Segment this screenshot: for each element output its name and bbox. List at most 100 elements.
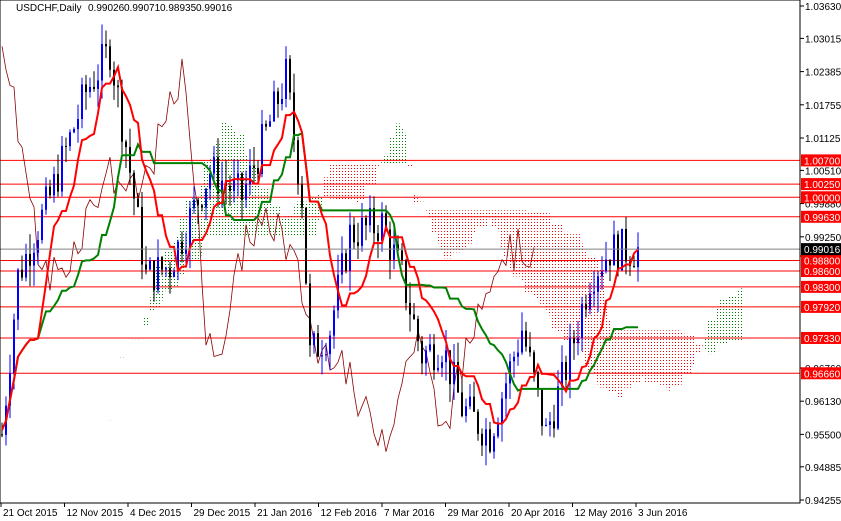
level-label: 0.98300: [804, 283, 841, 294]
cloud-segment: [200, 184, 204, 256]
cloud-segment: [352, 163, 356, 201]
candle-body: [581, 304, 583, 338]
candle-body: [37, 240, 39, 253]
candle-body: [481, 433, 483, 446]
cloud-segment: [400, 127, 404, 164]
y-tick-label: 1.03630: [805, 2, 841, 13]
candle-body: [141, 206, 143, 265]
candle-body: [313, 333, 315, 346]
candle-body: [617, 234, 619, 271]
y-tick-label: 1.01125: [805, 134, 841, 145]
candle-body: [601, 271, 603, 277]
current-price-label: 0.99016: [804, 245, 841, 256]
cloud-segment: [360, 163, 364, 201]
candle-body: [521, 330, 523, 353]
candle-body: [437, 367, 439, 371]
candle-body: [281, 98, 283, 104]
cloud-segment: [540, 213, 544, 304]
candle-body: [289, 58, 291, 93]
cloud-segment: [544, 213, 548, 310]
chart-title: USDCHF,Daily: [16, 3, 82, 14]
cloud-segment: [396, 123, 400, 164]
candle-body: [181, 241, 183, 254]
cloud-segment: [388, 136, 392, 164]
cloud-segment: [288, 214, 292, 236]
cloud-segment: [124, 350, 128, 351]
level-label: 1.00250: [804, 180, 841, 191]
cloud-segment: [148, 297, 152, 312]
y-tick-label: 0.95500: [805, 430, 841, 441]
candle-body: [553, 421, 555, 429]
cloud-segment: [112, 400, 116, 401]
candle-body: [409, 302, 411, 315]
candle-body: [573, 338, 575, 344]
candle-body: [161, 257, 163, 270]
cloud-segment: [404, 132, 408, 164]
chart-window: USDCHF,Daily 0.99026 0.99071 0.98935 0.9…: [0, 0, 841, 521]
candle-body: [469, 396, 471, 407]
cloud-segment: [376, 163, 380, 166]
x-tick-label: 12 Feb 2016: [321, 508, 378, 519]
cloud-segment: [268, 199, 272, 236]
candle-body: [213, 157, 215, 174]
cloud-segment: [664, 330, 668, 388]
cloud-segment: [480, 210, 484, 228]
candle-body: [297, 140, 299, 185]
cloud-segment: [424, 210, 428, 214]
candle-body: [49, 186, 51, 196]
cloud-segment: [324, 177, 328, 198]
level-label: 1.00700: [804, 156, 841, 167]
candle-body: [585, 304, 587, 310]
cloud-segment: [560, 224, 564, 333]
x-tick-label: 12 Nov 2015: [67, 508, 124, 519]
cloud-segment: [740, 288, 744, 342]
candle-body: [93, 86, 95, 89]
candle-body: [329, 335, 331, 355]
candle-body: [149, 260, 151, 270]
candle-body: [249, 165, 251, 185]
x-tick-label: 4 Dec 2015: [130, 508, 182, 519]
candle-body: [21, 269, 23, 278]
candle-body: [517, 352, 519, 357]
candle-body: [425, 350, 427, 364]
cloud-segment: [524, 210, 528, 292]
cloud-segment: [308, 199, 312, 236]
candle-body: [625, 228, 627, 262]
candle-body: [445, 350, 447, 363]
cloud-segment: [144, 317, 148, 326]
x-tick-label: 12 May 2016: [575, 508, 633, 519]
candle-body: [609, 259, 611, 266]
cloud-segment: [684, 333, 688, 375]
price-chart[interactable]: USDCHF,Daily 0.99026 0.99071 0.98935 0.9…: [0, 0, 841, 521]
candle-body: [325, 354, 327, 356]
candle-body: [353, 224, 355, 243]
cloud-segment: [336, 163, 340, 201]
cloud-segment: [728, 295, 732, 342]
candle-body: [45, 186, 47, 210]
cloud-segment: [412, 193, 416, 203]
candle-body: [565, 362, 567, 380]
cloud-segment: [608, 320, 612, 392]
candle-body: [493, 436, 495, 452]
cloud-segment: [700, 345, 704, 347]
cloud-segment: [364, 163, 368, 185]
candle-body: [317, 333, 319, 357]
cloud-segment: [472, 210, 476, 235]
cloud-segment: [392, 136, 396, 164]
cloud-segment: [280, 216, 284, 236]
candle-body: [305, 207, 307, 284]
candle-body: [293, 92, 295, 141]
candle-body: [273, 91, 275, 122]
candle-body: [145, 264, 147, 270]
candle-body: [569, 338, 571, 380]
candle-body: [361, 217, 363, 246]
candle-body: [65, 145, 67, 147]
candle-body: [85, 84, 87, 93]
cloud-segment: [264, 189, 268, 236]
candle-body: [421, 341, 423, 364]
candle-body: [341, 253, 343, 275]
candle-body: [557, 386, 559, 429]
y-tick-label: 1.01755: [805, 101, 841, 112]
cloud-segment: [620, 330, 624, 398]
candle-body: [69, 132, 71, 147]
